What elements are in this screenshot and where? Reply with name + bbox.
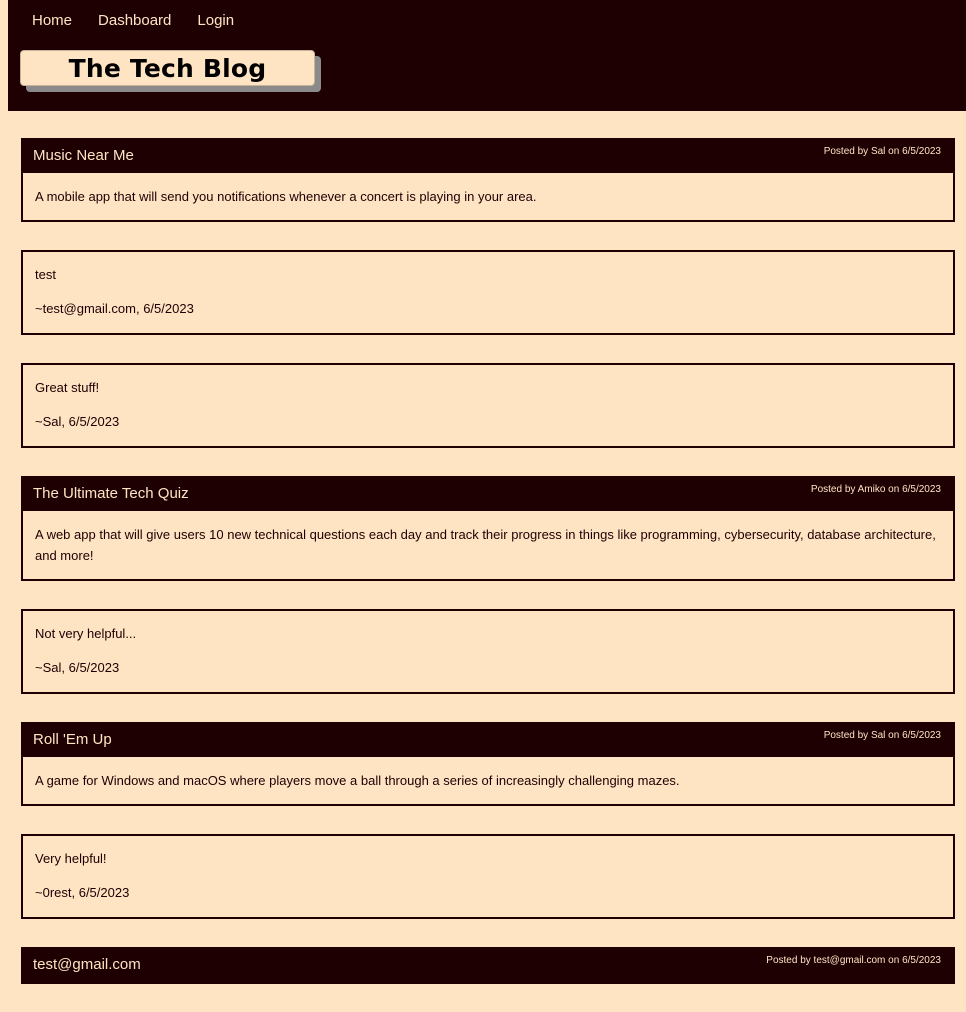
post-header: Music Near Me Posted by Sal on 6/5/2023: [23, 140, 953, 173]
post-body: A web app that will give users 10 new te…: [35, 527, 936, 563]
site-header: Home Dashboard Login The Tech Blog: [8, 0, 966, 111]
post-header: The Ultimate Tech Quiz Posted by Amiko o…: [23, 478, 953, 511]
post-card[interactable]: Music Near Me Posted by Sal on 6/5/2023 …: [21, 138, 955, 222]
post-card[interactable]: Roll 'Em Up Posted by Sal on 6/5/2023 A …: [21, 722, 955, 806]
post-card[interactable]: test@gmail.com Posted by test@gmail.com …: [21, 947, 955, 984]
post-body: A game for Windows and macOS where playe…: [35, 773, 680, 788]
post-header: Roll 'Em Up Posted by Sal on 6/5/2023: [23, 724, 953, 757]
comment-card: test ~test@gmail.com, 6/5/2023: [21, 250, 955, 335]
post-title[interactable]: test@gmail.com: [33, 956, 141, 973]
comment-byline: ~Sal, 6/5/2023: [35, 660, 120, 675]
comment-text: Very helpful!: [35, 851, 107, 866]
post-meta: Posted by test@gmail.com on 6/5/2023: [766, 955, 941, 966]
comment-card: Very helpful! ~0rest, 6/5/2023: [21, 834, 955, 919]
nav-dashboard-link[interactable]: Dashboard: [98, 12, 171, 30]
nav-login-link[interactable]: Login: [197, 12, 234, 30]
comment-text: Not very helpful...: [35, 626, 137, 641]
post-meta: Posted by Sal on 6/5/2023: [823, 730, 941, 741]
top-nav: Home Dashboard Login: [32, 12, 260, 30]
post-title[interactable]: Roll 'Em Up: [33, 731, 112, 748]
site-logo[interactable]: The Tech Blog: [20, 50, 321, 92]
comment-byline: ~0rest, 6/5/2023: [35, 885, 130, 900]
comment-text: test: [35, 267, 56, 282]
post-meta: Posted by Sal on 6/5/2023: [823, 146, 941, 157]
post-feed: Music Near Me Posted by Sal on 6/5/2023 …: [21, 138, 955, 1012]
post-title[interactable]: Music Near Me: [33, 147, 134, 164]
comment-card: Great stuff! ~Sal, 6/5/2023: [21, 363, 955, 448]
post-body: A mobile app that will send you notifica…: [35, 189, 537, 204]
post-title[interactable]: The Ultimate Tech Quiz: [33, 485, 189, 502]
post-header: test@gmail.com Posted by test@gmail.com …: [23, 949, 953, 982]
comment-byline: ~Sal, 6/5/2023: [35, 414, 120, 429]
comment-card: Not very helpful... ~Sal, 6/5/2023: [21, 609, 955, 694]
nav-home-link[interactable]: Home: [32, 12, 72, 30]
comment-text: Great stuff!: [35, 380, 100, 395]
site-title: The Tech Blog: [20, 50, 315, 86]
post-card[interactable]: The Ultimate Tech Quiz Posted by Amiko o…: [21, 476, 955, 581]
comment-byline: ~test@gmail.com, 6/5/2023: [35, 301, 194, 316]
post-meta: Posted by Amiko on 6/5/2023: [810, 484, 941, 495]
